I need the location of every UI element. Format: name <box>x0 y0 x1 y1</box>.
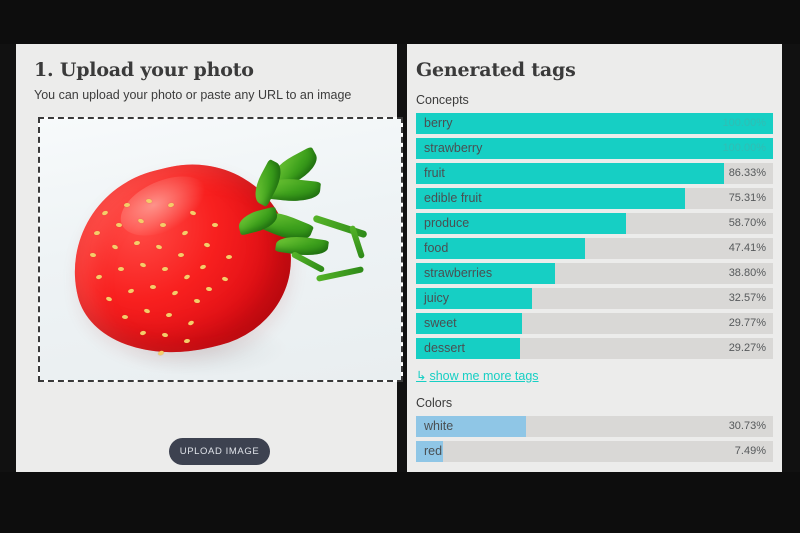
tag-name: produce <box>424 216 470 230</box>
tag-score: 29.27% <box>728 342 766 354</box>
tag-name: edible fruit <box>424 191 482 205</box>
show-more-tags-link[interactable]: ↳ show me more tags <box>416 368 539 383</box>
tag-row[interactable]: fruit 86.33% <box>416 163 773 184</box>
upload-image-button[interactable]: UPLOAD IMAGE <box>169 438 270 465</box>
tag-row[interactable]: red 7.49% <box>416 441 773 462</box>
tag-name: strawberries <box>424 266 493 280</box>
tag-score: 75.31% <box>728 192 766 204</box>
tag-score: 38.80% <box>728 267 766 279</box>
tag-name: sweet <box>424 316 457 330</box>
strawberry-seed <box>117 266 125 272</box>
upload-instructions: You can upload your photo or paste any U… <box>34 88 352 102</box>
tag-name: red <box>424 444 443 458</box>
strawberry-seed <box>157 349 165 357</box>
strawberry-photo <box>40 119 401 380</box>
tag-name: berry <box>424 116 453 130</box>
tag-score: 86.33% <box>728 167 766 179</box>
show-more-tags-label: show me more tags <box>429 369 539 383</box>
image-dropzone[interactable] <box>38 117 403 382</box>
tag-name: strawberry <box>424 141 483 155</box>
stem-icon <box>312 214 368 239</box>
tag-name: dessert <box>424 341 465 355</box>
tag-bar-fill <box>416 163 725 184</box>
tag-name: fruit <box>424 166 445 180</box>
tag-bar-fill <box>416 113 773 134</box>
page-viewport: 1. Upload your photo You can upload your… <box>0 44 800 472</box>
tag-name: juicy <box>424 291 450 305</box>
tag-row[interactable]: produce 58.70% <box>416 213 773 234</box>
tag-name: white <box>424 419 454 433</box>
tag-score: 58.70% <box>728 217 766 229</box>
tag-score: 100.00% <box>722 117 766 129</box>
strawberry-seed <box>211 222 219 228</box>
tag-score: 100.00% <box>722 142 766 154</box>
tag-score: 7.49% <box>734 445 766 457</box>
tag-row[interactable]: white 30.73% <box>416 416 773 437</box>
page-title: 1. Upload your photo <box>34 59 254 81</box>
strawberry-seed <box>149 284 157 290</box>
concepts-bar-list: berry 100.00% strawberry 100.00% fruit 86.33%… <box>407 113 782 359</box>
tag-row[interactable]: dessert 29.27% <box>416 338 773 359</box>
tag-row[interactable]: sweet 29.77% <box>416 313 773 334</box>
tag-row[interactable]: strawberries 38.80% <box>416 263 773 284</box>
tag-score: 47.41% <box>728 242 766 254</box>
tags-panel: Generated tags Concepts berry 100.00% stra… <box>407 44 782 472</box>
colors-bar-list: white 30.73% red 7.49% <box>407 416 782 462</box>
return-arrow-icon: ↳ <box>416 369 427 383</box>
generated-tags-title: Generated tags <box>416 59 576 81</box>
upload-panel: 1. Upload your photo You can upload your… <box>16 44 403 472</box>
tag-score: 30.73% <box>728 420 766 432</box>
tag-row[interactable]: juicy 32.57% <box>416 288 773 309</box>
tag-score: 32.57% <box>728 292 766 304</box>
tag-row[interactable]: food 47.41% <box>416 238 773 259</box>
tag-score: 29.77% <box>728 317 766 329</box>
colors-section-label: Colors <box>416 396 453 410</box>
concepts-section-label: Concepts <box>416 93 469 107</box>
screenshot-root: 1. Upload your photo You can upload your… <box>0 0 800 533</box>
strawberry-seed <box>121 314 129 320</box>
tag-row[interactable]: berry 100.00% <box>416 113 773 134</box>
tag-row[interactable]: strawberry 100.00% <box>416 138 773 159</box>
tag-name: food <box>424 241 449 255</box>
tag-row[interactable]: edible fruit 75.31% <box>416 188 773 209</box>
